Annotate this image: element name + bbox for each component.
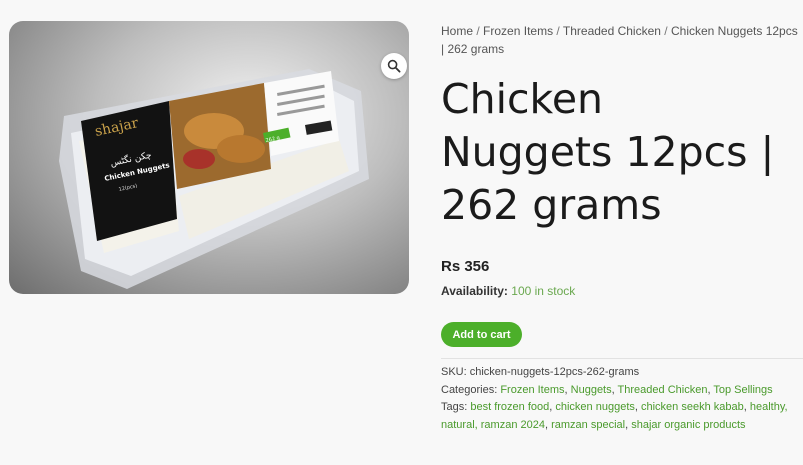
tag-link[interactable]: chicken nuggets	[555, 401, 635, 413]
divider	[441, 358, 803, 359]
sku-row: SKU: chicken-nuggets-12pcs-262-grams	[441, 364, 803, 382]
tags-label: Tags:	[441, 401, 468, 413]
breadcrumb-frozen-items[interactable]: Frozen Items	[483, 24, 553, 38]
breadcrumb-separator: /	[556, 24, 560, 38]
breadcrumb-separator: /	[476, 24, 480, 38]
product-title-line: 262 grams	[441, 181, 662, 229]
tags-row: Tags: best frozen food, chicken nuggets,…	[441, 401, 788, 431]
product-price: Rs 356	[441, 258, 490, 275]
product-image[interactable]: shajar چکن نگٹس Chicken Nuggets 12(pcs) …	[9, 21, 409, 294]
breadcrumb: Home / Frozen Items / Threaded Chicken /…	[441, 22, 803, 58]
breadcrumb-home[interactable]: Home	[441, 24, 473, 38]
categories-row: Categories: Frozen Items, Nuggets, Threa…	[441, 383, 773, 396]
category-link[interactable]: Nuggets	[571, 384, 612, 396]
tag-link[interactable]: natural,	[441, 419, 478, 431]
availability: Availability: 100 in stock	[441, 284, 575, 298]
product-title-line: Nuggets 12pcs |	[441, 128, 775, 176]
tag-link[interactable]: chicken seekh kabab	[641, 401, 744, 413]
tag-link[interactable]: best frozen food	[470, 401, 549, 413]
breadcrumb-threaded-chicken[interactable]: Threaded Chicken	[563, 24, 661, 38]
product-title-line: Chicken	[441, 75, 604, 123]
stock-status: 100 in stock	[511, 284, 576, 298]
sku-label: SKU:	[441, 366, 467, 378]
magnifier-icon	[387, 59, 401, 73]
category-link[interactable]: Threaded Chicken	[618, 384, 708, 396]
category-link[interactable]: Top Sellings	[713, 384, 772, 396]
zoom-button[interactable]	[381, 53, 407, 79]
availability-label: Availability:	[441, 284, 508, 298]
tag-link[interactable]: shajar organic products	[631, 419, 745, 431]
breadcrumb-separator: /	[664, 24, 668, 38]
sku-value: chicken-nuggets-12pcs-262-grams	[469, 366, 640, 378]
category-link[interactable]: Frozen Items	[500, 384, 564, 396]
product-title: Chicken Nuggets 12pcs | 262 grams	[441, 73, 803, 232]
add-to-cart-button[interactable]: Add to cart	[441, 322, 522, 347]
tag-link[interactable]: healthy,	[750, 401, 788, 413]
product-photo: shajar چکن نگٹس Chicken Nuggets 12(pcs) …	[59, 69, 369, 289]
product-meta: SKU: chicken-nuggets-12pcs-262-grams Cat…	[441, 364, 803, 434]
tag-link[interactable]: ramzan 2024	[481, 419, 545, 431]
categories-label: Categories:	[441, 383, 498, 396]
tag-link[interactable]: ramzan special	[551, 419, 625, 431]
